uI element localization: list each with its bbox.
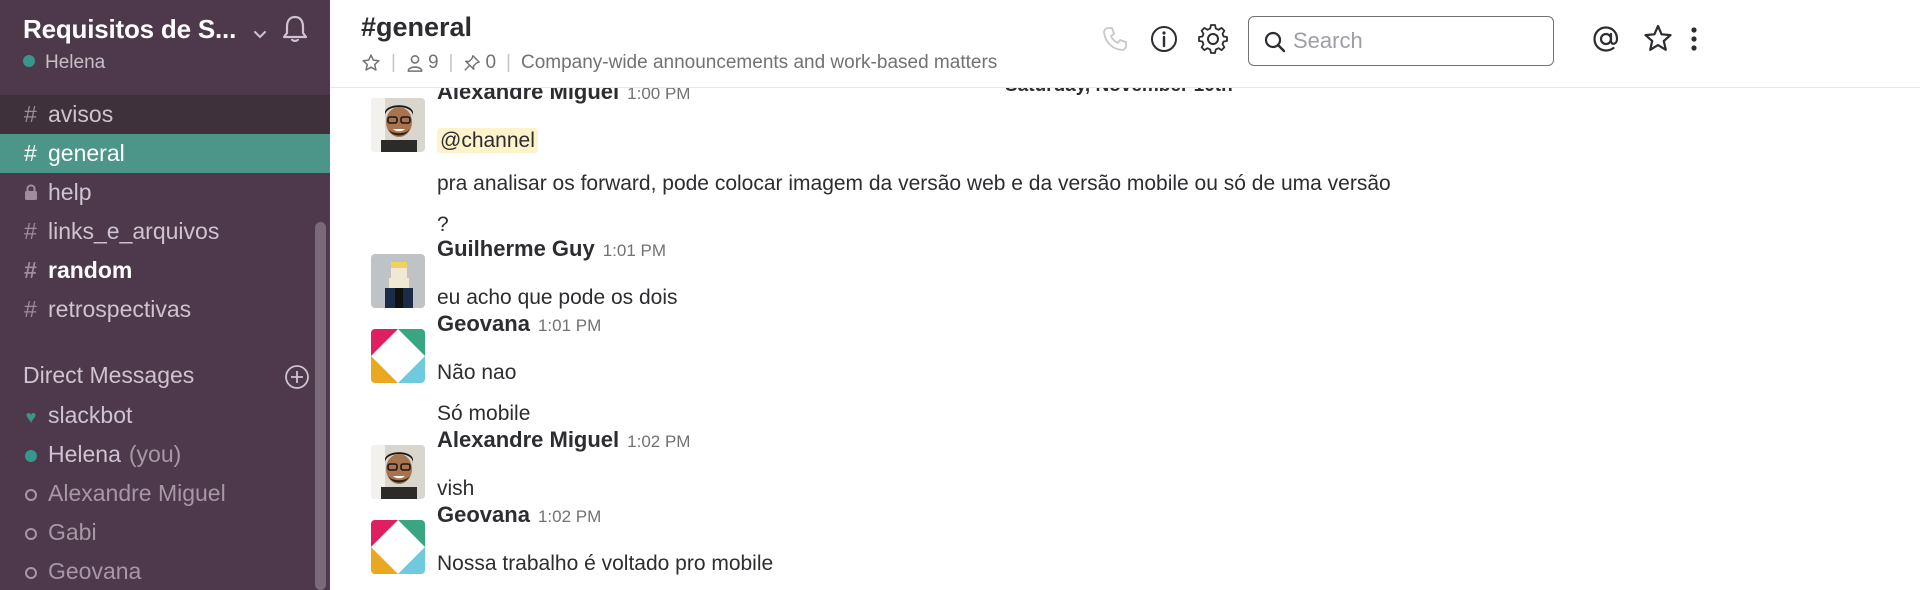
online-status-icon — [23, 55, 35, 67]
dm-slackbot[interactable]: ♥ slackbot — [0, 396, 330, 435]
sidebar-channel-avisos[interactable]: # avisos — [0, 95, 330, 134]
dm-label: Helena — [48, 441, 121, 467]
channel-label: retrospectivas — [48, 296, 192, 322]
direct-message-list: ♥ slackbot Helena (you) Alexandre Miguel G… — [0, 396, 330, 590]
avatar[interactable] — [371, 520, 425, 574]
heart-icon: ♥ — [25, 407, 37, 427]
channel-label: avisos — [48, 101, 114, 127]
hash-icon: # — [24, 296, 37, 322]
channel-meta: | 9 | 0 | Company-wide announcements and… — [361, 52, 997, 74]
message-sender[interactable]: Alexandre Miguel 1:00 PM — [437, 88, 690, 105]
dm-alexandre-miguel[interactable]: Alexandre Miguel — [0, 474, 330, 513]
channel-topic[interactable]: Company-wide announcements and work-base… — [521, 52, 997, 74]
message-timestamp[interactable]: 1:00 PM — [627, 88, 690, 103]
away-status-icon — [24, 552, 38, 590]
message-timestamp[interactable]: 1:01 PM — [538, 316, 601, 335]
dm-label: Geovana — [48, 558, 142, 584]
channel-label: general — [48, 140, 125, 166]
dm-label: Alexandre Miguel — [48, 480, 226, 506]
add-circle-icon[interactable] — [284, 364, 310, 390]
sidebar-scrollbar[interactable] — [315, 222, 326, 590]
dm-label: slackbot — [48, 402, 133, 428]
direct-messages-heading[interactable]: Direct Messages — [23, 362, 313, 389]
member-count[interactable]: 9 — [428, 52, 439, 74]
member-icon[interactable] — [406, 54, 424, 72]
message-timestamp[interactable]: 1:02 PM — [538, 507, 601, 526]
message-sender[interactable]: Geovana 1:02 PM — [437, 502, 601, 528]
channel-label: random — [48, 257, 133, 283]
hash-icon: # — [24, 101, 37, 127]
sender-name[interactable]: Guilherme Guy — [437, 236, 595, 261]
dm-helena[interactable]: Helena (you) — [0, 435, 330, 474]
channel-title[interactable]: #general — [361, 12, 472, 43]
sidebar-channel-random[interactable]: # random — [0, 251, 330, 290]
pinned-count[interactable]: 0 — [485, 52, 496, 74]
message-text: Não nao — [437, 361, 517, 384]
avatar[interactable] — [371, 254, 425, 308]
message-text: Só mobile — [437, 402, 531, 425]
search-box[interactable] — [1248, 16, 1554, 66]
message-text: Nossa trabalho é voltado pro mobile — [437, 552, 774, 575]
sidebar: Requisitos de S... Helena # avisos # gener… — [0, 0, 330, 590]
you-suffix: (you) — [128, 441, 182, 467]
message-text: vish — [437, 477, 475, 500]
message-text: ? — [437, 213, 449, 236]
avatar[interactable] — [371, 98, 425, 152]
sidebar-channel-help[interactable]: help — [0, 173, 330, 212]
team-name[interactable]: Requisitos de S... — [23, 14, 236, 45]
channel-header: #general | 9 | 0 | Company-wide announce… — [330, 0, 1920, 88]
avatar[interactable] — [371, 445, 425, 499]
phone-icon[interactable] — [1098, 22, 1132, 56]
message-sender[interactable]: Guilherme Guy 1:01 PM — [437, 236, 666, 262]
sender-name[interactable]: Alexandre Miguel — [437, 427, 619, 452]
pin-icon[interactable] — [463, 54, 481, 72]
current-user[interactable]: Helena — [23, 52, 105, 74]
message-text: @channel — [437, 128, 538, 153]
hash-icon: # — [24, 257, 37, 283]
star-icon[interactable] — [361, 53, 381, 73]
dm-gabi[interactable]: Gabi — [0, 513, 330, 552]
away-status-icon — [24, 474, 38, 513]
sender-name[interactable]: Alexandre Miguel — [437, 88, 619, 104]
more-vertical-icon[interactable] — [1684, 22, 1704, 56]
current-user-name: Helena — [45, 52, 106, 73]
avatar[interactable] — [371, 329, 425, 383]
message-timestamp[interactable]: 1:02 PM — [627, 432, 690, 451]
lock-icon — [25, 184, 37, 200]
day-divider-label: Saturday, November 10th — [990, 88, 1248, 97]
away-status-icon — [24, 513, 38, 552]
sender-name[interactable]: Geovana — [437, 311, 530, 336]
sidebar-channel-retrospectivas[interactable]: # retrospectivas — [0, 290, 330, 329]
info-icon[interactable] — [1147, 22, 1181, 56]
message-timestamp[interactable]: 1:01 PM — [603, 241, 666, 260]
sender-name[interactable]: Geovana — [437, 502, 530, 527]
star-icon[interactable] — [1641, 22, 1675, 56]
message-sender[interactable]: Geovana 1:01 PM — [437, 311, 601, 337]
dm-label: Gabi — [48, 519, 97, 545]
gear-icon[interactable] — [1196, 22, 1230, 56]
search-input[interactable] — [1293, 26, 1543, 56]
channel-mention[interactable]: @channel — [437, 128, 538, 153]
team-header[interactable]: Requisitos de S... Helena — [23, 12, 313, 82]
hash-icon: # — [24, 218, 37, 244]
message-text: eu acho que pode os dois — [437, 286, 678, 309]
sidebar-channel-links-e-arquivos[interactable]: # links_e_arquivos — [0, 212, 330, 251]
hash-icon: # — [24, 140, 37, 166]
dm-geovana[interactable]: Geovana — [0, 552, 330, 590]
channel-label: help — [48, 179, 92, 205]
online-status-icon — [24, 435, 38, 474]
channel-label: links_e_arquivos — [48, 218, 220, 244]
message-sender[interactable]: Alexandre Miguel 1:02 PM — [437, 427, 690, 453]
message-pane[interactable]: Saturday, November 10th Alexandre Miguel… — [330, 88, 1920, 590]
chevron-down-icon[interactable] — [251, 26, 269, 44]
mentions-icon[interactable] — [1589, 22, 1623, 56]
channel-list: # avisos # general help # links_e_arquivos … — [0, 95, 330, 329]
bell-icon[interactable] — [278, 12, 312, 46]
message-text: pra analisar os forward, pode colocar im… — [437, 172, 1391, 195]
sidebar-channel-general[interactable]: # general — [0, 134, 330, 173]
search-icon — [1264, 31, 1286, 53]
